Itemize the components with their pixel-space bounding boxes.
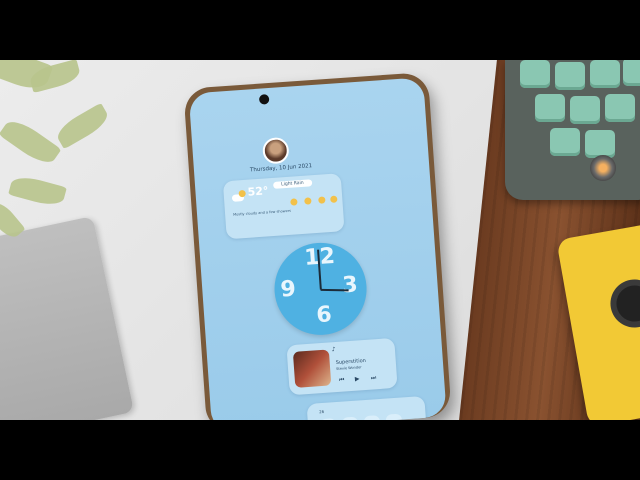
keycap [605,94,635,122]
photo-frame: Thursday, 10 Jun 2021 52° Light Rain Mos… [0,0,640,480]
analog-clock[interactable]: 12 3 6 9 [271,239,370,338]
play-icon[interactable]: ▶ [355,375,360,382]
front-camera [258,94,270,105]
profile-avatar[interactable] [261,136,290,165]
keycap [623,60,640,86]
skip-next-icon[interactable]: ⏭ [371,374,377,382]
artist-name: Stevie Wonder [336,365,362,371]
skip-prev-icon[interactable]: ⏮ [339,376,345,384]
keycap [555,62,585,90]
keycap [550,128,580,156]
widget-pill[interactable] [319,418,337,420]
widget-pill[interactable] [341,416,359,420]
plant-leaf [53,102,112,150]
sun-icon [304,197,312,205]
keycap [535,94,565,122]
clock-numeral-6: 6 [315,302,333,329]
weather-detail: Mostly cloudy and a few showers [233,208,292,217]
desk-scene: Thursday, 10 Jun 2021 52° Light Rain Mos… [0,60,640,420]
clock-hour-hand [320,288,349,292]
smartphone: Thursday, 10 Jun 2021 52° Light Rain Mos… [183,71,452,420]
laptop [0,216,135,420]
music-widget[interactable]: ♪ Superstition Stevie Wonder ⏮ ▶ ⏭ [286,337,398,396]
keycap [585,130,615,158]
clock-numeral-9: 9 [279,276,297,303]
clock-numeral-3: 3 [341,272,359,299]
keycap [590,60,620,88]
sun-icon [330,195,338,203]
plant-leaf [8,173,67,209]
phone-screen: Thursday, 10 Jun 2021 52° Light Rain Mos… [188,77,447,420]
sun-icon [238,189,246,198]
bottom-widget-label: 26 [318,408,325,415]
weather-widget[interactable]: 52° Light Rain Mostly cloudy and a few s… [222,173,345,240]
keycap [570,96,600,124]
widget-pill[interactable] [385,413,403,420]
plant-leaf [0,114,62,170]
widget-pill[interactable] [363,415,381,420]
keycap [520,60,550,88]
keyboard-knob [590,155,616,181]
bottom-widget[interactable]: 26 [306,395,428,420]
temperature: 52° [247,184,269,199]
weather-condition: Light Rain [272,179,312,189]
mechanical-keyboard [505,60,640,200]
date-text: Thursday, 10 Jun 2021 [249,163,313,174]
sun-icon [290,198,298,206]
music-note-icon: ♪ [331,345,336,354]
album-art [292,349,332,388]
sun-icon [318,196,326,204]
